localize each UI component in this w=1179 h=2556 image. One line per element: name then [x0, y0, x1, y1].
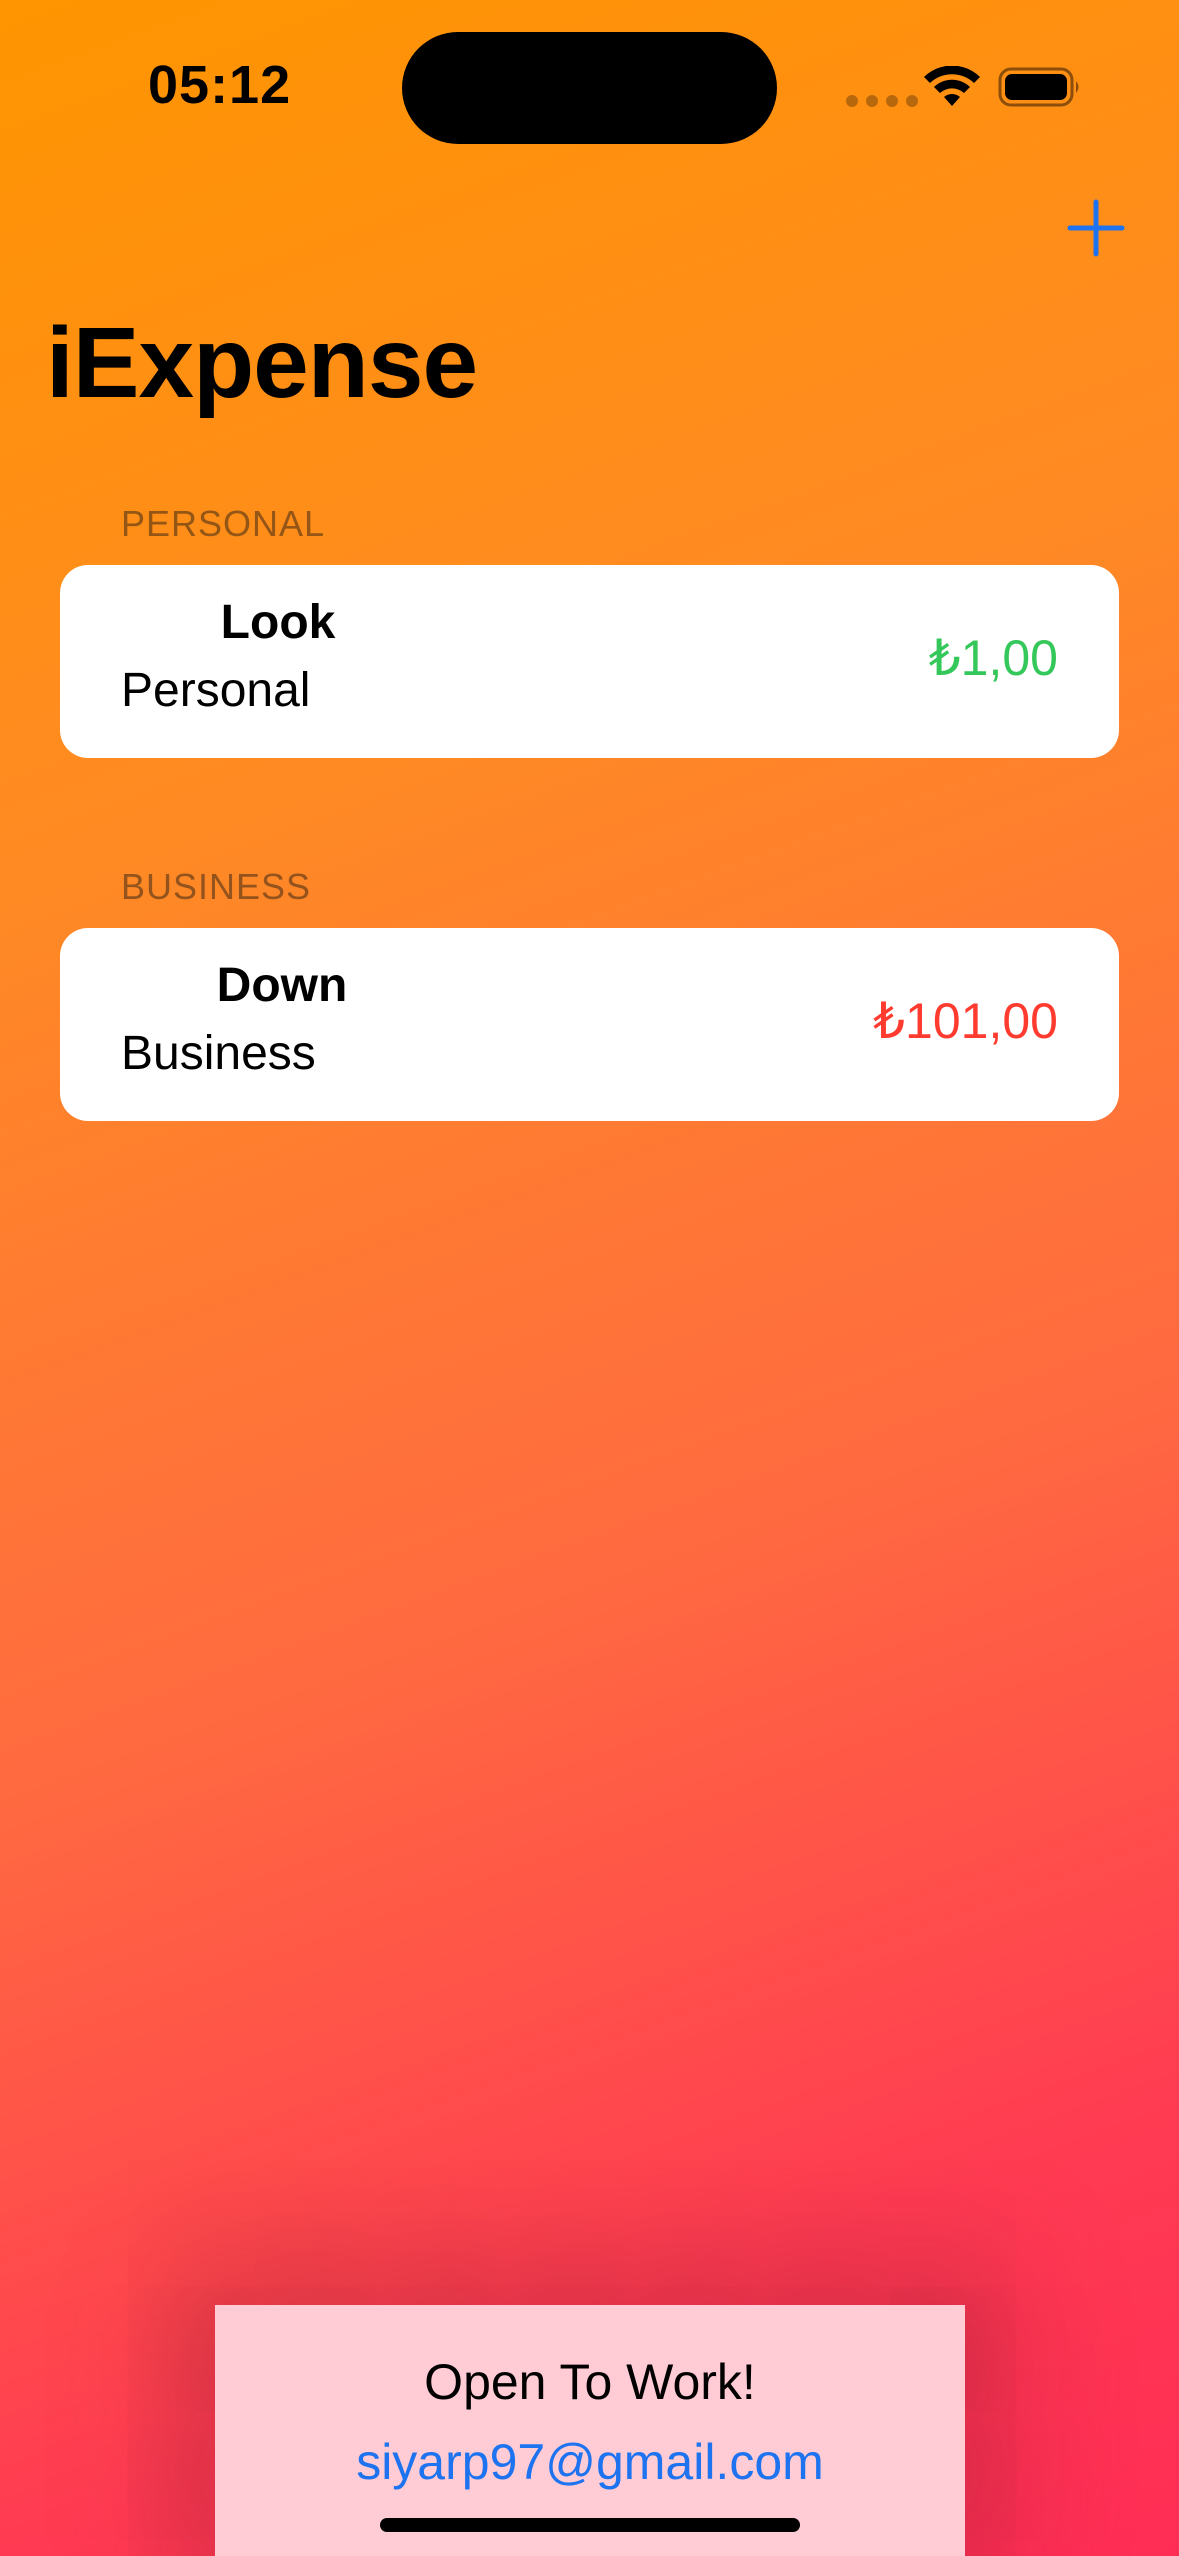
add-expense-button[interactable]	[1064, 196, 1128, 260]
dynamic-island	[402, 32, 777, 144]
section-header-business: BUSINESS	[121, 866, 312, 907]
expense-amount: ₺1,00	[928, 630, 1058, 686]
wifi-icon	[924, 66, 980, 106]
section-header-personal: PERSONAL	[121, 503, 326, 544]
home-indicator[interactable]	[380, 2518, 800, 2532]
status-bar: 05:12	[0, 0, 1179, 170]
expense-name: Down	[216, 959, 348, 1012]
battery-icon	[998, 67, 1079, 107]
plus-icon	[1067, 199, 1125, 257]
expense-type: Personal	[121, 664, 311, 717]
expense-type: Business	[121, 1027, 316, 1080]
page-title: iExpense	[46, 307, 478, 419]
expense-row[interactable]: Look Personal ₺1,00	[60, 565, 1119, 758]
status-time: 05:12	[148, 55, 292, 115]
expense-row[interactable]: Down Business ₺101,00	[60, 928, 1119, 1121]
email-link[interactable]: siyarp97@gmail.com	[215, 2433, 965, 2491]
banner-title: Open To Work!	[424, 2354, 756, 2410]
expense-amount: ₺101,00	[873, 993, 1058, 1049]
cellular-signal-icon	[846, 95, 918, 107]
expense-name: Look	[220, 596, 336, 649]
